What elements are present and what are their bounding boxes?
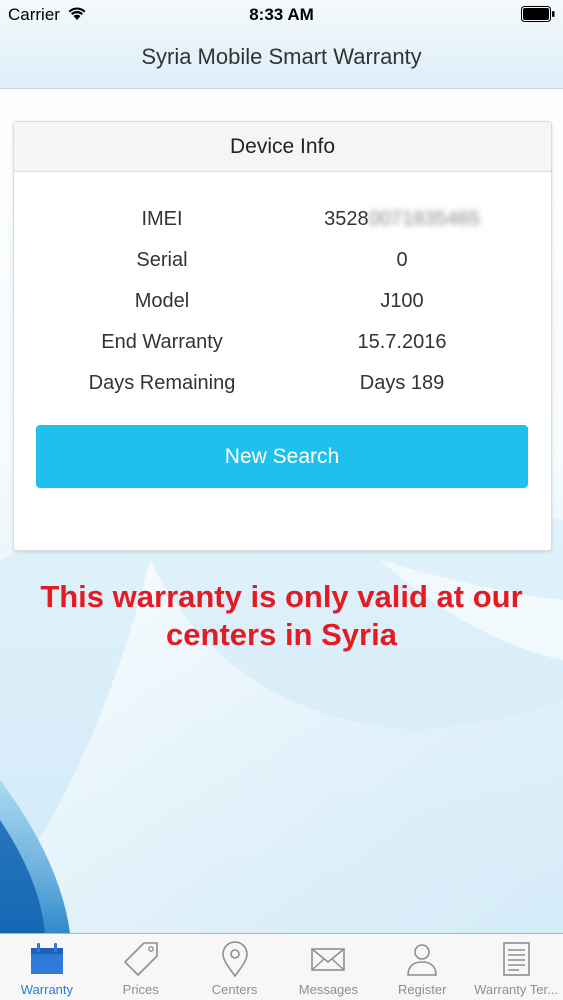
imei-visible-digits: 3528: [324, 208, 369, 230]
user-icon: [407, 944, 438, 976]
model-value: J100: [380, 290, 424, 312]
nav-title: Syria Mobile Smart Warranty: [141, 44, 422, 69]
tab-prices-label: Prices: [122, 982, 159, 997]
top-bar: Carrier 8:33 AM Syria Mobile Smart Warra…: [0, 0, 563, 89]
tab-centers-label: Centers: [211, 982, 258, 997]
price-tag-icon: [123, 942, 158, 976]
days-remaining-label: Days Remaining: [88, 372, 236, 394]
info-row-end-warranty: End Warranty 15.7.2016: [14, 323, 551, 364]
app-screen: Carrier 8:33 AM Syria Mobile Smart Warra…: [0, 0, 563, 1000]
tab-warranty-terms[interactable]: Warranty Ter...: [469, 934, 563, 1000]
tab-warranty[interactable]: Warranty: [0, 934, 94, 1000]
device-info-table: IMEI 35280071835465 Serial 0 Model J100 …: [14, 200, 551, 405]
imei-obscured-digits: 0071835465: [368, 208, 480, 230]
device-info-header: Device Info: [14, 122, 551, 172]
status-time: 8:33 AM: [249, 5, 314, 24]
model-label: Model: [134, 290, 190, 312]
tab-messages[interactable]: Messages: [281, 934, 375, 1000]
tab-register-label: Register: [398, 982, 447, 997]
info-row-imei: IMEI 35280071835465: [14, 200, 551, 241]
imei-value: 35280071835465: [282, 208, 522, 231]
map-pin-icon: [221, 941, 248, 978]
tab-register[interactable]: Register: [375, 934, 469, 1000]
serial-value: 0: [396, 249, 408, 271]
tab-warranty-label: Warranty: [20, 982, 74, 997]
serial-label: Serial: [136, 249, 188, 271]
days-remaining-value: Days 189: [359, 372, 445, 394]
end-warranty-label: End Warranty: [101, 331, 223, 353]
document-icon: [503, 942, 530, 976]
info-row-model: Model J100: [14, 282, 551, 323]
tab-messages-label: Messages: [298, 982, 359, 997]
warranty-notice: This warranty is only valid at our cente…: [40, 579, 523, 652]
tab-warranty-terms-label: Warranty Ter...: [474, 982, 558, 997]
device-info-card: Device Info IMEI 35280071835465 Serial 0…: [13, 121, 552, 551]
calendar-icon: [30, 943, 63, 974]
imei-label: IMEI: [141, 208, 183, 230]
tab-centers[interactable]: Centers: [188, 934, 282, 1000]
info-row-serial: Serial 0: [14, 241, 551, 282]
tab-prices[interactable]: Prices: [94, 934, 188, 1000]
status-bar: Carrier 8:33 AM: [0, 0, 563, 30]
info-row-days-remaining: Days Remaining Days 189: [14, 364, 551, 405]
end-warranty-value: 15.7.2016: [357, 331, 447, 353]
new-search-button[interactable]: New Search: [36, 425, 528, 488]
battery-icon: [521, 6, 555, 22]
tab-bar: Warranty Prices Centers Messages Registe…: [0, 933, 563, 1000]
envelope-icon: [311, 948, 346, 971]
